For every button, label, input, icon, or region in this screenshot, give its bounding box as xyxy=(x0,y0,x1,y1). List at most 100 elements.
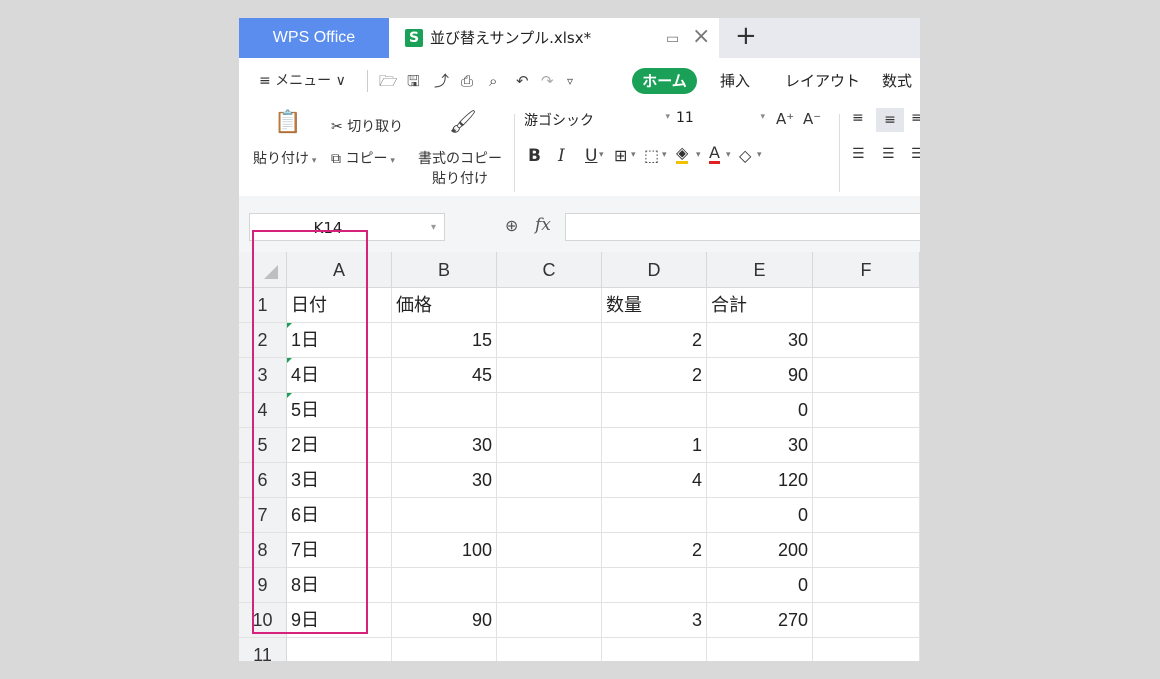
customize-dropdown-icon[interactable]: ▿ xyxy=(567,58,573,104)
font-name-select[interactable]: 游ゴシック ▾ xyxy=(524,110,676,134)
eraser-icon[interactable]: ◇ xyxy=(739,146,751,165)
cell-c5[interactable] xyxy=(497,428,602,463)
print-icon[interactable]: ⎙ xyxy=(461,58,473,104)
fx-icon[interactable]: fx xyxy=(535,215,551,235)
cell-e9[interactable]: 0 xyxy=(707,568,813,603)
cell-c6[interactable] xyxy=(497,463,602,498)
menu-button[interactable]: ≡ メニュー ∨ xyxy=(259,58,346,104)
tab-file[interactable]: S 並び替えサンプル.xlsx* ▭ × xyxy=(389,18,719,58)
cell-style-icon[interactable]: ⬚ xyxy=(644,146,659,165)
cell-d11[interactable] xyxy=(602,638,707,661)
align-left-icon[interactable]: ☰ xyxy=(852,146,865,162)
row-header-11[interactable]: 11 xyxy=(239,638,287,661)
format-painter-icon[interactable]: 🖌 xyxy=(449,110,477,135)
cell-e7[interactable]: 0 xyxy=(707,498,813,533)
tab-insert[interactable]: 挿入 xyxy=(720,58,750,104)
cell-d1[interactable]: 数量 xyxy=(602,288,707,323)
chevron-down-icon[interactable]: ▾ xyxy=(599,150,604,160)
close-icon[interactable]: × xyxy=(692,24,710,49)
cell-b3[interactable]: 45 xyxy=(392,358,497,393)
cell-e10[interactable]: 270 xyxy=(707,603,813,638)
format-painter-label-2[interactable]: 貼り付け xyxy=(432,168,488,188)
copy-button[interactable]: ⧉ コピー ▾ xyxy=(331,148,395,168)
tab-layout[interactable]: レイアウト xyxy=(785,58,860,104)
align-top-icon[interactable]: ≡ xyxy=(852,110,864,126)
bold-icon[interactable]: B xyxy=(528,146,541,166)
cell-e11[interactable] xyxy=(707,638,813,661)
font-size-select[interactable]: 11 ▾ xyxy=(676,110,771,134)
cell-b8[interactable]: 100 xyxy=(392,533,497,568)
cell-e8[interactable]: 200 xyxy=(707,533,813,568)
cell-c4[interactable] xyxy=(497,393,602,428)
tab-wps-office[interactable]: WPS Office xyxy=(239,18,389,58)
cell-c2[interactable] xyxy=(497,323,602,358)
align-center-icon[interactable]: ☰ xyxy=(882,146,895,162)
cell-d7[interactable] xyxy=(602,498,707,533)
chevron-down-icon[interactable]: ▾ xyxy=(757,150,762,160)
paste-button[interactable]: 貼り付け ▾ xyxy=(253,148,316,168)
chevron-down-icon[interactable]: ▾ xyxy=(631,150,636,160)
cell-c1[interactable] xyxy=(497,288,602,323)
formula-input[interactable] xyxy=(565,213,920,241)
format-painter-label-1[interactable]: 書式のコピー xyxy=(418,148,502,168)
cell-f2[interactable] xyxy=(813,323,920,358)
column-header-d[interactable]: D xyxy=(602,252,707,288)
cell-e1[interactable]: 合計 xyxy=(707,288,813,323)
align-middle-icon[interactable]: ≡ xyxy=(876,108,904,132)
column-header-c[interactable]: C xyxy=(497,252,602,288)
cell-f1[interactable] xyxy=(813,288,920,323)
cell-d5[interactable]: 1 xyxy=(602,428,707,463)
cell-d8[interactable]: 2 xyxy=(602,533,707,568)
tab-formula[interactable]: 数式 xyxy=(882,58,912,104)
align-bottom-icon[interactable]: ≡ xyxy=(911,110,920,126)
cell-c10[interactable] xyxy=(497,603,602,638)
cell-b4[interactable] xyxy=(392,393,497,428)
cell-f8[interactable] xyxy=(813,533,920,568)
cell-b2[interactable]: 15 xyxy=(392,323,497,358)
cell-e3[interactable]: 90 xyxy=(707,358,813,393)
cell-b1[interactable]: 価格 xyxy=(392,288,497,323)
increase-font-icon[interactable]: A⁺ xyxy=(776,110,794,128)
italic-icon[interactable]: I xyxy=(558,146,565,166)
cell-d3[interactable]: 2 xyxy=(602,358,707,393)
cell-a11[interactable] xyxy=(287,638,392,661)
chevron-down-icon[interactable]: ▾ xyxy=(726,150,731,160)
align-right-icon[interactable]: ☰ xyxy=(911,146,920,162)
cell-f3[interactable] xyxy=(813,358,920,393)
cell-f4[interactable] xyxy=(813,393,920,428)
cell-f11[interactable] xyxy=(813,638,920,661)
cell-f9[interactable] xyxy=(813,568,920,603)
border-icon[interactable]: ⊞ xyxy=(614,146,627,165)
cell-c3[interactable] xyxy=(497,358,602,393)
save-icon[interactable]: 🖫 xyxy=(407,58,420,104)
chevron-down-icon[interactable]: ▾ xyxy=(696,150,701,160)
cell-b7[interactable] xyxy=(392,498,497,533)
cell-f7[interactable] xyxy=(813,498,920,533)
export-icon[interactable]: ⤴ xyxy=(434,58,449,104)
cell-c11[interactable] xyxy=(497,638,602,661)
cell-d4[interactable] xyxy=(602,393,707,428)
new-tab-plus-icon[interactable]: + xyxy=(735,21,757,51)
cell-f10[interactable] xyxy=(813,603,920,638)
cell-d9[interactable] xyxy=(602,568,707,603)
chevron-down-icon[interactable]: ▾ xyxy=(662,150,667,160)
underline-icon[interactable]: U xyxy=(585,146,597,166)
undo-icon[interactable]: ↶ xyxy=(516,58,529,104)
cell-b10[interactable]: 90 xyxy=(392,603,497,638)
cell-f5[interactable] xyxy=(813,428,920,463)
print-preview-icon[interactable]: ⌕ xyxy=(489,58,497,104)
cell-b5[interactable]: 30 xyxy=(392,428,497,463)
decrease-font-icon[interactable]: A⁻ xyxy=(803,110,821,128)
cell-e6[interactable]: 120 xyxy=(707,463,813,498)
cell-b6[interactable]: 30 xyxy=(392,463,497,498)
cell-b11[interactable] xyxy=(392,638,497,661)
cell-c9[interactable] xyxy=(497,568,602,603)
cell-e4[interactable]: 0 xyxy=(707,393,813,428)
paste-icon[interactable]: 📋 xyxy=(274,110,301,135)
monitor-icon[interactable]: ▭ xyxy=(666,31,679,47)
cell-d10[interactable]: 3 xyxy=(602,603,707,638)
cell-e2[interactable]: 30 xyxy=(707,323,813,358)
cut-button[interactable]: ✂ 切り取り xyxy=(331,116,403,136)
cell-e5[interactable]: 30 xyxy=(707,428,813,463)
column-header-f[interactable]: F xyxy=(813,252,920,288)
